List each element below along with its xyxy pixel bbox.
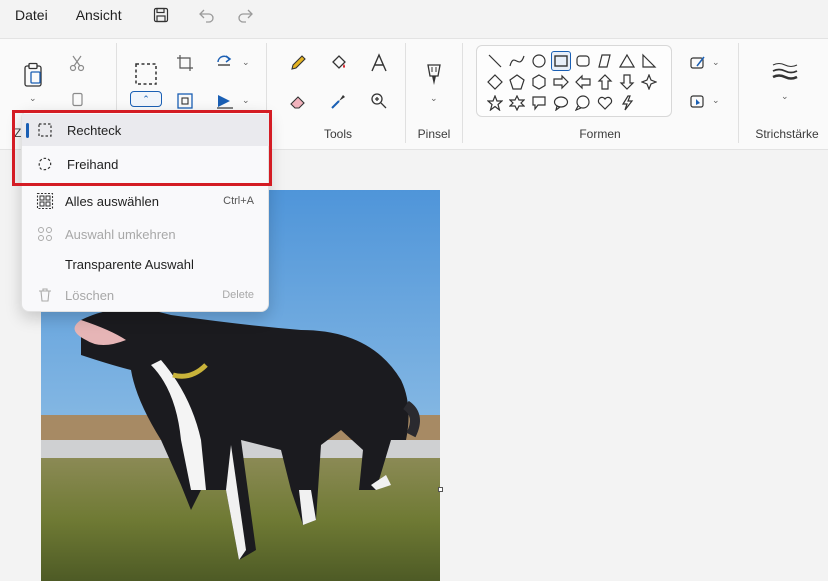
brushes-group-label: Pinsel [417,127,451,141]
paste-chevron-down-icon[interactable]: ⌄ [29,93,37,104]
callout-cloud-shape-icon[interactable] [573,93,593,113]
rotate-icon[interactable] [211,49,239,77]
menu-file[interactable]: Datei [0,0,62,30]
arrow-right-shape-icon[interactable] [551,72,571,92]
menu-item-shortcut: Ctrl+A [223,195,254,207]
callout-rect-shape-icon[interactable] [529,93,549,113]
stroke-size-icon[interactable] [768,57,802,85]
stroke-size-group-label: Strichstärke [755,127,819,141]
selection-dropdown-button[interactable]: ⌃ [130,91,162,107]
arrow-up-shape-icon[interactable] [595,72,615,92]
invert-selection-icon [36,225,54,243]
menu-item-select-all[interactable]: Alles auswählen Ctrl+A [22,185,270,217]
polygon-shape-icon[interactable] [595,51,615,71]
menu-item-label: Auswahl umkehren [65,226,176,242]
shapes-gallery [476,45,672,117]
menu-item-label: Alles auswählen [65,193,159,209]
trash-icon [36,286,54,304]
menu-item-invert-selection[interactable]: Auswahl umkehren [22,218,270,250]
five-point-star-shape-icon[interactable] [485,93,505,113]
fill-icon[interactable] [325,49,353,77]
rect-selection-icon[interactable] [131,59,161,89]
pentagon-shape-icon[interactable] [507,72,527,92]
right-triangle-shape-icon[interactable] [639,51,659,71]
chevron-up-icon: ⌃ [142,93,150,104]
rotate-chevron-down-icon[interactable]: ⌄ [242,57,250,68]
resize-handle-right[interactable] [438,487,443,492]
lightning-shape-icon[interactable] [617,93,637,113]
menu-item-transparent-selection[interactable]: Transparente Auswahl [22,248,270,280]
cut-icon[interactable] [63,49,91,77]
shape-fill-icon[interactable] [684,87,712,115]
oval-shape-icon[interactable] [529,51,549,71]
magnifier-icon[interactable] [365,87,393,115]
diamond-shape-icon[interactable] [485,72,505,92]
highlight-annotation-box [12,110,272,186]
hexagon-shape-icon[interactable] [529,72,549,92]
menu-item-delete[interactable]: Löschen Delete [22,279,270,311]
outline-chevron-down-icon[interactable]: ⌄ [712,57,720,68]
shape-fill-chevron-down-icon[interactable]: ⌄ [712,95,720,106]
redo-icon[interactable] [232,2,258,28]
tools-group-label: Tools [323,127,352,141]
menu-item-label: Löschen [65,287,115,303]
brush-icon[interactable] [420,59,448,91]
eraser-icon[interactable] [284,87,312,115]
color-picker-icon[interactable] [325,87,353,115]
outline-icon[interactable] [684,49,712,77]
save-icon[interactable] [148,2,174,28]
heart-shape-icon[interactable] [595,93,615,113]
line-shape-icon[interactable] [485,51,505,71]
shapes-group-label: Formen [579,127,621,141]
stroke-chevron-down-icon[interactable]: ⌄ [781,91,789,102]
paste-icon[interactable] [18,59,48,91]
curve-shape-icon[interactable] [507,51,527,71]
menu-item-shortcut: Delete [222,289,254,301]
brush-chevron-down-icon[interactable]: ⌄ [430,93,438,104]
arrow-down-shape-icon[interactable] [617,72,637,92]
select-all-icon [36,192,54,210]
menu-view[interactable]: Ansicht [62,0,136,30]
text-icon[interactable] [365,49,393,77]
menu-bar: Datei Ansicht [0,0,828,30]
crop-icon[interactable] [171,49,199,77]
flip-chevron-down-icon[interactable]: ⌄ [242,95,250,106]
callout-oval-shape-icon[interactable] [551,93,571,113]
triangle-shape-icon[interactable] [617,51,637,71]
undo-icon[interactable] [194,2,220,28]
menu-item-label: Transparente Auswahl [65,256,194,272]
pencil-icon[interactable] [284,49,312,77]
rounded-rectangle-shape-icon[interactable] [573,51,593,71]
four-point-star-shape-icon[interactable] [639,72,659,92]
six-point-star-shape-icon[interactable] [507,93,527,113]
arrow-left-shape-icon[interactable] [573,72,593,92]
rectangle-shape-icon[interactable] [551,51,571,71]
